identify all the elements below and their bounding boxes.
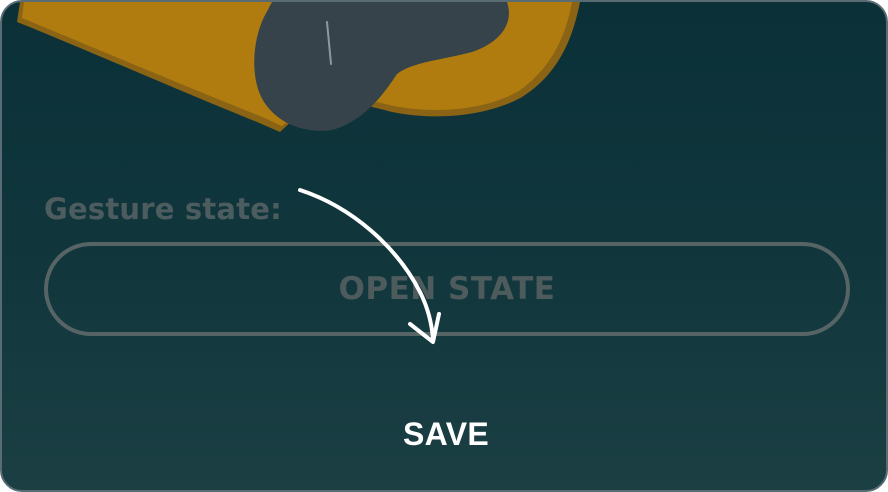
save-button[interactable]: SAVE [374,402,518,466]
gesture-dialog: Gesture state: OPEN STATE SAVE [0,0,888,492]
gesture-state-value-text: OPEN STATE [338,271,556,307]
gesture-state-value: OPEN STATE [44,242,850,336]
save-button-label: SAVE [403,415,489,452]
device-illustration [17,2,580,132]
gesture-state-label: Gesture state: [44,192,282,226]
